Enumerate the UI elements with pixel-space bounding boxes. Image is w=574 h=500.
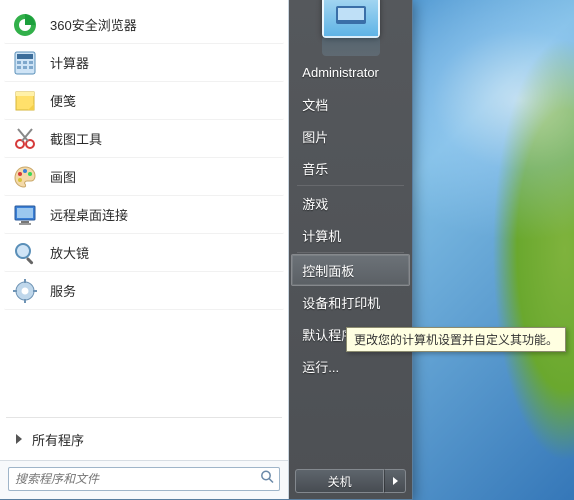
divider	[297, 185, 404, 186]
start-menu-left: 360安全浏览器 计算器 便笺 截图工具	[0, 0, 289, 499]
right-item-label: 游戏	[302, 194, 328, 213]
right-item-label: 计算机	[302, 226, 341, 245]
program-item-services[interactable]: 服务	[4, 272, 284, 310]
shutdown-label: 关机	[328, 475, 352, 489]
all-programs-button[interactable]: 所有程序	[6, 424, 282, 454]
program-item-rdp[interactable]: 远程桌面连接	[4, 196, 284, 234]
tooltip: 更改您的计算机设置并自定义其功能。	[346, 327, 566, 352]
right-item-label: 音乐	[302, 159, 328, 178]
program-label: 放大镜	[50, 243, 89, 262]
chevron-right-icon	[16, 434, 22, 444]
program-label: 服务	[50, 281, 76, 300]
program-label: 便笺	[50, 91, 76, 110]
program-label: 360安全浏览器	[50, 15, 137, 34]
program-label: 远程桌面连接	[50, 205, 128, 224]
divider	[6, 417, 282, 418]
search-row	[0, 460, 288, 499]
user-name-label: Administrator	[302, 65, 379, 80]
program-label: 计算器	[50, 53, 89, 72]
right-item-documents[interactable]: 文档	[291, 88, 410, 120]
shutdown-row: 关机	[289, 465, 412, 499]
shutdown-options-button[interactable]	[384, 469, 406, 493]
browser-icon	[10, 10, 40, 40]
palette-icon	[10, 162, 40, 192]
divider	[297, 252, 404, 253]
right-item-music[interactable]: 音乐	[291, 152, 410, 184]
right-item-control-panel[interactable]: 控制面板	[291, 254, 410, 286]
search-input[interactable]	[8, 467, 280, 491]
calculator-icon	[10, 48, 40, 78]
right-list: Administrator 文档 图片 音乐 游戏 计算机 控制面板	[289, 56, 412, 465]
start-menu: 360安全浏览器 计算器 便笺 截图工具	[0, 0, 413, 500]
right-item-label: 控制面板	[302, 261, 354, 280]
remote-desktop-icon	[10, 200, 40, 230]
magnifier-icon	[10, 238, 40, 268]
program-item-magnifier[interactable]: 放大镜	[4, 234, 284, 272]
program-item-paint[interactable]: 画图	[4, 158, 284, 196]
right-item-label: 文档	[302, 95, 328, 114]
right-item-devices[interactable]: 设备和打印机	[291, 286, 410, 318]
program-label: 截图工具	[50, 129, 102, 148]
right-item-label: 图片	[302, 127, 328, 146]
program-item-stickynotes[interactable]: 便笺	[4, 82, 284, 120]
chevron-right-icon	[393, 477, 398, 485]
right-item-games[interactable]: 游戏	[291, 187, 410, 219]
program-list: 360安全浏览器 计算器 便笺 截图工具	[0, 0, 288, 415]
right-item-pictures[interactable]: 图片	[291, 120, 410, 152]
sticky-notes-icon	[10, 86, 40, 116]
right-item-run[interactable]: 运行...	[291, 350, 410, 382]
program-item-360browser[interactable]: 360安全浏览器	[4, 6, 284, 44]
tooltip-text: 更改您的计算机设置并自定义其功能。	[354, 333, 558, 347]
shutdown-button[interactable]: 关机	[295, 469, 384, 493]
program-item-snipping[interactable]: 截图工具	[4, 120, 284, 158]
right-item-label: 设备和打印机	[302, 293, 380, 312]
all-programs-label: 所有程序	[32, 430, 84, 449]
gear-icon	[10, 276, 40, 306]
user-avatar[interactable]	[322, 0, 380, 38]
program-label: 画图	[50, 167, 76, 186]
program-item-calculator[interactable]: 计算器	[4, 44, 284, 82]
right-item-label: 运行...	[302, 357, 339, 376]
scissors-icon	[10, 124, 40, 154]
start-menu-right: Administrator 文档 图片 音乐 游戏 计算机 控制面板	[289, 0, 412, 499]
right-item-computer[interactable]: 计算机	[291, 219, 410, 251]
user-name-item[interactable]: Administrator	[291, 56, 410, 88]
